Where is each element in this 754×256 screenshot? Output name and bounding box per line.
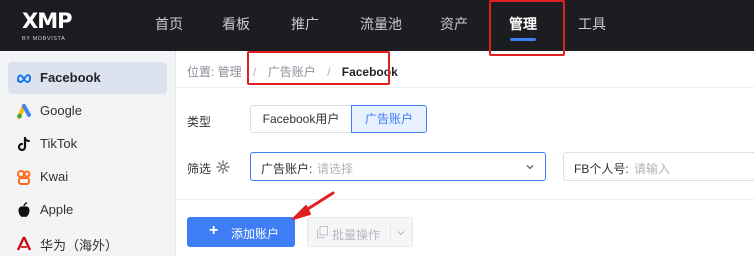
sidebar-item-google[interactable]: Google bbox=[8, 95, 167, 127]
sidebar-item-label: Facebook bbox=[40, 70, 101, 85]
meta-icon bbox=[17, 74, 32, 83]
divider bbox=[176, 199, 754, 200]
chevron-down-icon bbox=[526, 165, 534, 170]
huawei-icon bbox=[17, 236, 31, 251]
breadcrumb-ad-account[interactable]: 广告账户 bbox=[268, 65, 316, 79]
nav-item-traffic-pool[interactable]: 流量池 bbox=[360, 15, 402, 33]
nav-item-dashboard[interactable]: 看板 bbox=[222, 15, 250, 33]
nav-item-management[interactable]: 管理 bbox=[509, 15, 537, 33]
breadcrumb-separator: / bbox=[327, 65, 331, 79]
add-account-button-label: 添加账户 bbox=[231, 227, 280, 241]
sidebar-item-apple[interactable]: Apple bbox=[8, 194, 167, 226]
sidebar-item-huawei[interactable]: 华为（海外） bbox=[8, 227, 167, 256]
fb-input-placeholder: 请输入 bbox=[634, 162, 671, 176]
type-option-facebook-user[interactable]: Facebook用户 bbox=[250, 105, 352, 133]
sidebar-item-label: 华为（海外） bbox=[40, 238, 119, 253]
sidebar-item-kwai[interactable]: Kwai bbox=[8, 161, 167, 193]
sidebar-item-label: Kwai bbox=[40, 169, 69, 184]
chevron-down-icon[interactable] bbox=[396, 228, 406, 238]
filter-label: 筛选 bbox=[187, 162, 212, 176]
nav-item-home[interactable]: 首页 bbox=[155, 15, 183, 33]
sidebar-item-label: Apple bbox=[40, 202, 74, 217]
ad-account-select-prefix: 广告账户: bbox=[261, 162, 313, 176]
batch-operation-label: 批量操作 bbox=[332, 228, 381, 242]
divider bbox=[176, 87, 754, 88]
breadcrumb: 位置: 管理 / 广告账户 / Facebook bbox=[187, 63, 398, 80]
logo-subtitle: BY MOBVISTA bbox=[22, 36, 66, 42]
nav-item-assets[interactable]: 资产 bbox=[440, 15, 468, 33]
active-nav-indicator bbox=[510, 38, 536, 41]
nav-item-tools[interactable]: 工具 bbox=[578, 15, 606, 33]
nav-item-promotion[interactable]: 推广 bbox=[291, 15, 319, 33]
copy-icon bbox=[317, 226, 328, 238]
sidebar-item-tiktok[interactable]: TikTok bbox=[8, 128, 167, 160]
button-divider bbox=[390, 222, 391, 242]
fb-personal-account-input[interactable]: FB个人号: 请输入 bbox=[563, 152, 754, 181]
sidebar-item-label: TikTok bbox=[40, 136, 78, 151]
batch-operation-button[interactable]: 批量操作 bbox=[307, 217, 413, 247]
breadcrumb-separator: / bbox=[253, 65, 257, 79]
plus-icon: + bbox=[209, 222, 219, 239]
breadcrumb-position[interactable]: 位置: 管理 bbox=[187, 65, 242, 79]
ad-account-select-placeholder: 请选择 bbox=[317, 162, 354, 176]
ad-account-select[interactable]: 广告账户: 请选择 bbox=[250, 152, 546, 181]
type-label: 类型 bbox=[187, 115, 212, 129]
type-option-ad-account[interactable]: 广告账户 bbox=[351, 105, 427, 133]
xmp-logo[interactable]: XMP BY MOBVISTA bbox=[16, 8, 116, 44]
sidebar-item-label: Google bbox=[40, 103, 82, 118]
add-account-button[interactable]: + 添加账户 bbox=[187, 217, 295, 247]
fb-input-prefix: FB个人号: bbox=[574, 162, 629, 176]
sidebar: Facebook Google TikTok Kwai Apple 华为（海外） bbox=[0, 51, 176, 256]
breadcrumb-current: Facebook bbox=[341, 65, 398, 79]
kwai-icon bbox=[17, 170, 31, 185]
settings-gear-icon[interactable] bbox=[216, 160, 230, 174]
top-nav: XMP BY MOBVISTA 首页 看板 推广 流量池 资产 管理 工具 bbox=[0, 0, 754, 51]
google-ads-icon bbox=[17, 104, 31, 119]
sidebar-item-facebook[interactable]: Facebook bbox=[8, 62, 167, 94]
apple-icon bbox=[18, 202, 30, 217]
tiktok-icon bbox=[17, 136, 30, 152]
logo-mark: XMP bbox=[22, 9, 72, 33]
